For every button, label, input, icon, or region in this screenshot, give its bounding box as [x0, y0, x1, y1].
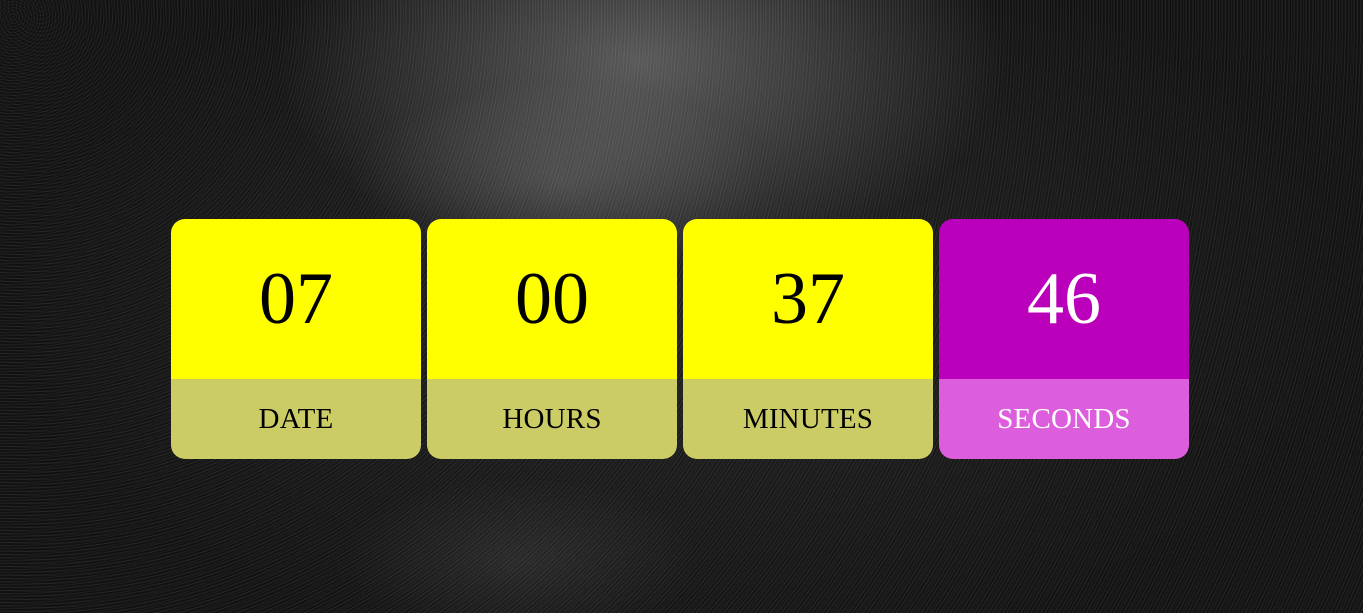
hours-label: HOURS: [427, 379, 677, 459]
seconds-value: 46: [939, 219, 1189, 379]
countdown-tile-minutes: 37 MINUTES: [683, 219, 933, 459]
countdown-timer: 07 DATE 00 HOURS 37 MINUTES 46 SECONDS: [171, 219, 1189, 459]
countdown-tile-seconds: 46 SECONDS: [939, 219, 1189, 459]
date-label: DATE: [171, 379, 421, 459]
minutes-label: MINUTES: [683, 379, 933, 459]
minutes-value: 37: [683, 219, 933, 379]
countdown-tile-date: 07 DATE: [171, 219, 421, 459]
hours-value: 00: [427, 219, 677, 379]
countdown-tile-hours: 00 HOURS: [427, 219, 677, 459]
date-value: 07: [171, 219, 421, 379]
seconds-label: SECONDS: [939, 379, 1189, 459]
